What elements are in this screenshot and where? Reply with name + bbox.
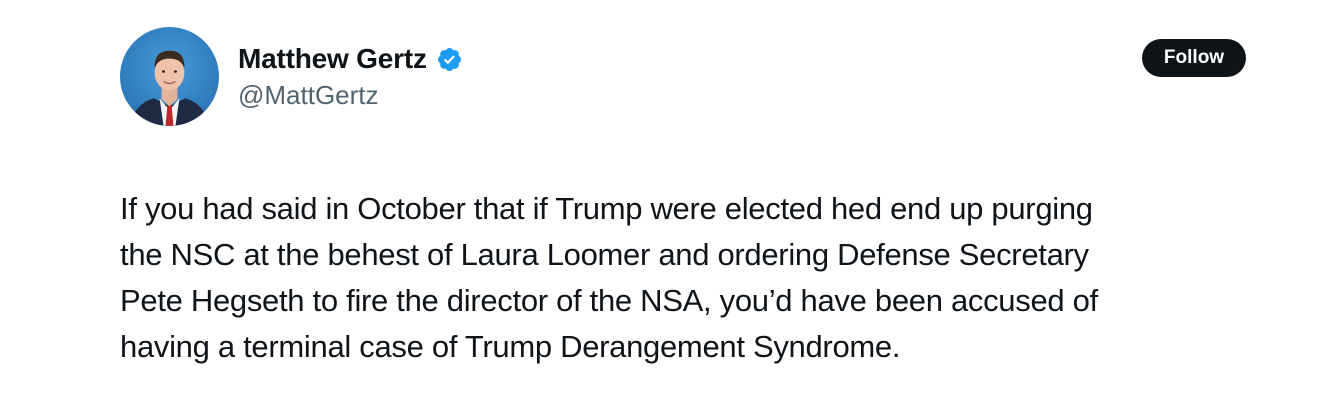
tweet-text-line: the NSC at the behest of Laura Loomer an…	[120, 237, 1089, 272]
tweet-text: If you had said in October that if Trump…	[120, 186, 1250, 370]
follow-button[interactable]: Follow	[1142, 39, 1246, 77]
avatar[interactable]	[120, 27, 219, 126]
author-display-name[interactable]: Matthew Gertz	[238, 43, 427, 75]
author-name-row: Matthew Gertz	[238, 40, 463, 78]
tweet-card: Matthew Gertz @MattGertz Follow If you h…	[0, 0, 1318, 415]
tweet-text-line: If you had said in October that if Trump…	[120, 191, 1093, 226]
verified-badge-icon	[437, 47, 461, 71]
tweet-text-line: Pete Hegseth to fire the director of the…	[120, 283, 1098, 318]
tweet-text-line: having a terminal case of Trump Derangem…	[120, 329, 901, 364]
profile-photo-icon	[120, 27, 219, 126]
author-handle[interactable]: @MattGertz	[238, 80, 379, 111]
